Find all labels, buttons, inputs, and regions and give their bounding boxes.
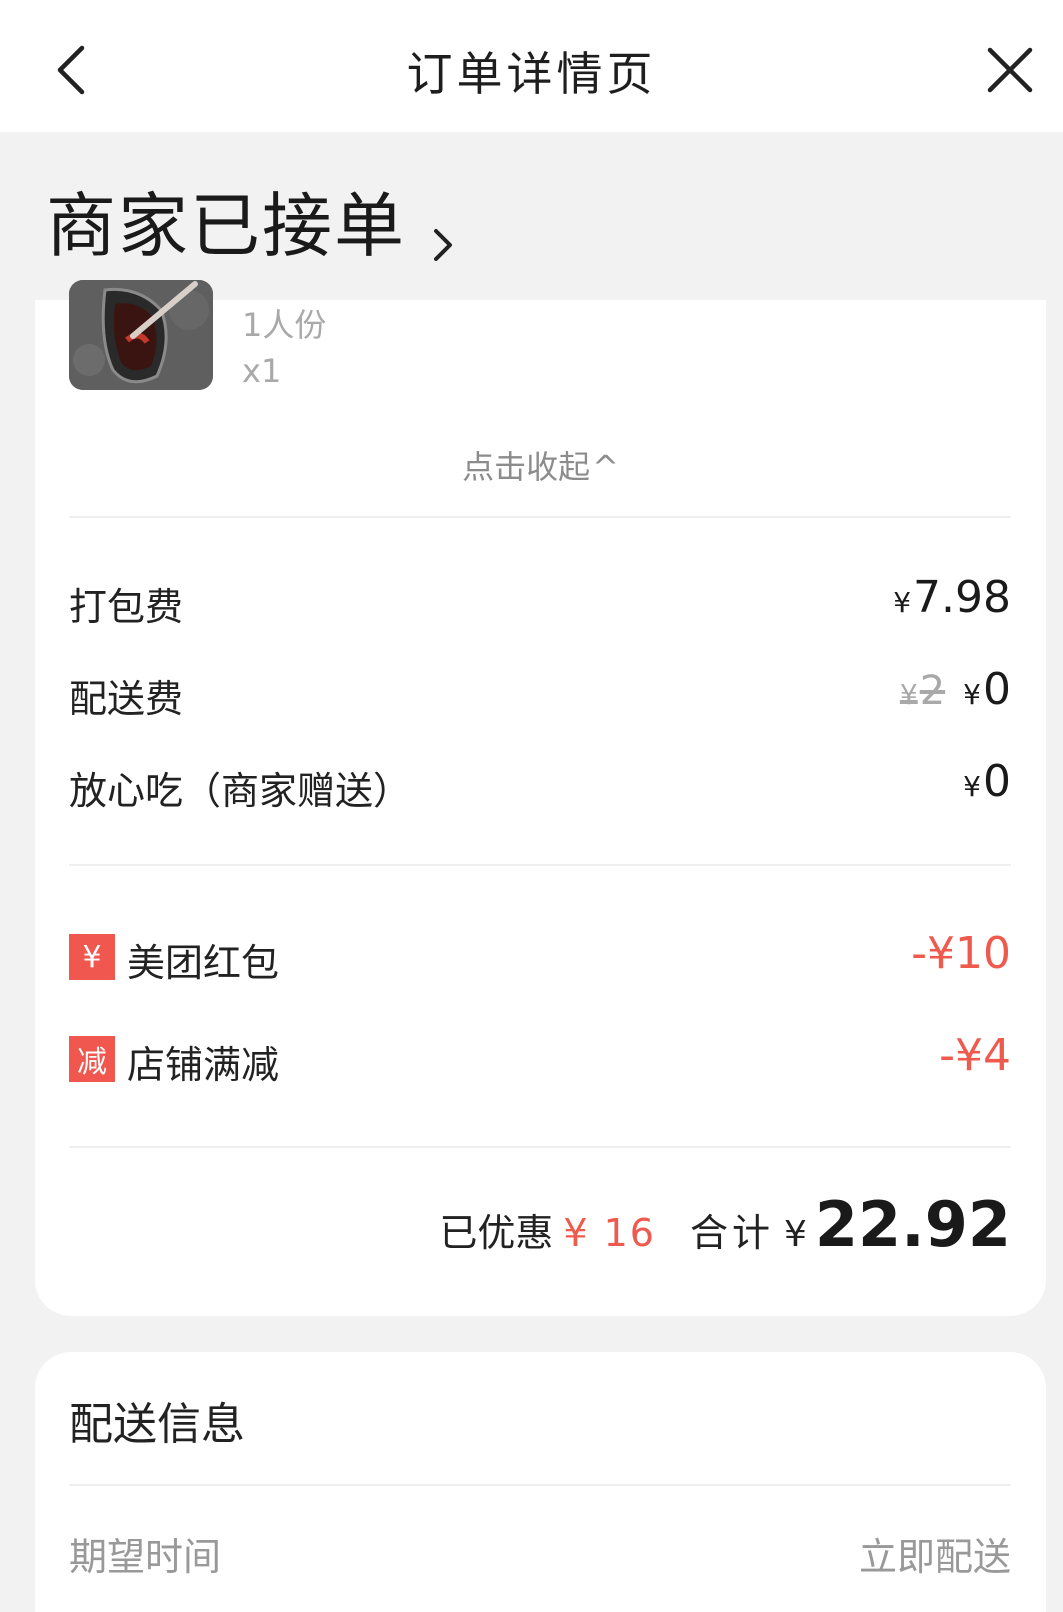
original-fee-value: 2	[919, 668, 946, 714]
delivery-card: 配送信息 期望时间 立即配送	[35, 1352, 1046, 1612]
currency-symbol: ¥	[893, 586, 912, 619]
delivery-time-label: 期望时间	[69, 1535, 222, 1579]
section-heading: 配送信息	[69, 1399, 245, 1450]
discount-row-redpacket: ¥ 美团红包 -¥10	[69, 928, 1011, 985]
order-status-text: 商家已接单	[46, 185, 406, 267]
collapse-toggle[interactable]: 点击收起^	[35, 442, 1046, 488]
divider	[69, 1146, 1011, 1148]
total-amount: 22.92	[814, 1188, 1011, 1261]
fee-label: 打包费	[69, 585, 184, 629]
saved-amount: ¥ 16	[563, 1211, 656, 1255]
order-card: 1人份 x1 点击收起^ 打包费 ¥7.98 配送费 ¥2 ¥0 放心吃（商家赠送…	[35, 280, 1046, 1316]
chevron-up-icon: ^	[592, 448, 619, 486]
divider	[69, 1484, 1011, 1486]
currency-symbol: ¥	[899, 678, 918, 711]
fee-value: 0	[983, 664, 1011, 715]
fee-row-packing: 打包费 ¥7.98	[69, 572, 1011, 629]
item-spec: 1人份	[242, 306, 327, 344]
fee-amount: ¥2 ¥0	[900, 664, 1011, 715]
page-title: 订单详情页	[406, 47, 657, 101]
fee-value: 0	[983, 756, 1011, 807]
original-fee: ¥2	[900, 668, 945, 714]
discount-label: 美团红包	[127, 941, 280, 985]
yen-badge-icon: ¥	[69, 934, 115, 980]
chevron-right-icon	[428, 202, 458, 261]
fee-row-delivery: 配送费 ¥2 ¥0	[69, 664, 1011, 721]
delivery-time-value: 立即配送	[858, 1535, 1011, 1579]
currency-symbol: ¥	[963, 770, 981, 803]
currency-symbol: ¥	[783, 1214, 807, 1255]
divider	[69, 516, 1011, 518]
fee-amount: ¥7.98	[893, 572, 1011, 623]
fee-label: 配送费	[69, 677, 184, 721]
order-status[interactable]: 商家已接单	[46, 170, 458, 271]
fee-label: 放心吃（商家赠送）	[69, 769, 412, 813]
discount-amount: -¥4	[939, 1030, 1011, 1081]
fee-amount: ¥0	[963, 756, 1011, 807]
saved-label: 已优惠	[439, 1211, 554, 1255]
currency-symbol: ¥	[963, 678, 981, 711]
order-total: 已优惠 ¥ 16 合计 ¥ 22.92	[439, 1188, 1011, 1261]
reduction-badge-icon: 减	[69, 1036, 115, 1082]
fee-value: 7.98	[913, 572, 1011, 623]
total-label: 合计	[689, 1211, 774, 1255]
discount-amount: -¥10	[911, 928, 1011, 979]
product-image	[69, 280, 213, 390]
collapse-label: 点击收起	[462, 448, 591, 486]
item-quantity: x1	[242, 352, 282, 390]
close-icon[interactable]	[982, 42, 1038, 98]
discount-label: 店铺满减	[127, 1043, 280, 1087]
fee-row-assurance: 放心吃（商家赠送） ¥0	[69, 756, 1011, 813]
divider	[69, 864, 1011, 866]
nav-bar: 订单详情页	[0, 0, 1063, 132]
discount-row-store: 减 店铺满减 -¥4	[69, 1030, 1011, 1087]
